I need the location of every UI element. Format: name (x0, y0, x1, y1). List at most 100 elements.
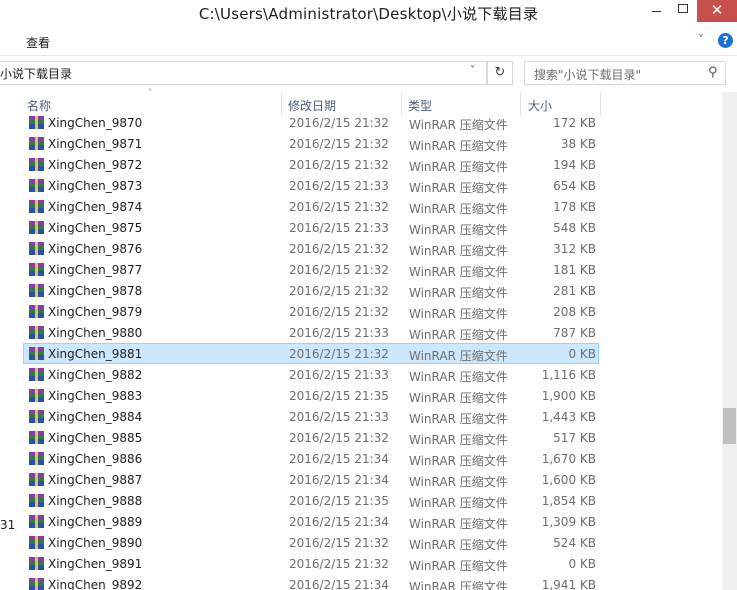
help-icon[interactable]: ? (718, 33, 733, 48)
file-type: WinRAR 压缩文件 (409, 349, 508, 363)
search-input[interactable]: 搜索"小说下载目录" ⚲ (524, 61, 726, 85)
vertical-scrollbar[interactable] (722, 92, 737, 590)
file-size: 1,941 KB (541, 578, 596, 590)
winrar-archive-icon (29, 368, 44, 381)
title-bar[interactable]: C:\Users\Administrator\Desktop\小说下载目录 ✕ (0, 0, 737, 27)
winrar-archive-icon (29, 200, 44, 213)
file-row[interactable]: XingChen_9870 2016/2/15 21:32 WinRAR 压缩文件 1… (23, 116, 599, 133)
file-name: XingChen_9873 (48, 179, 143, 193)
file-date: 2016/2/15 21:32 (289, 116, 389, 130)
winrar-archive-icon (29, 536, 44, 549)
file-name: XingChen_9871 (48, 137, 143, 151)
sort-ascending-icon: ˄ (148, 88, 152, 97)
column-divider[interactable] (401, 92, 402, 116)
file-date: 2016/2/15 21:34 (289, 473, 389, 487)
menu-view-tab[interactable]: 查看 (26, 34, 50, 51)
winrar-archive-icon (29, 452, 44, 465)
navigation-pane-item[interactable]: 31 (0, 518, 15, 532)
file-type: WinRAR 压缩文件 (409, 265, 508, 279)
file-row[interactable]: XingChen_9886 2016/2/15 21:34 WinRAR 压缩文件 1… (23, 448, 599, 469)
file-row[interactable]: XingChen_9888 2016/2/15 21:35 WinRAR 压缩文件 1… (23, 490, 599, 511)
file-size: 208 KB (553, 305, 596, 319)
column-divider[interactable] (600, 92, 601, 116)
file-size: 178 KB (553, 200, 596, 214)
address-path[interactable]: 小说下载目录 (0, 65, 72, 82)
file-date: 2016/2/15 21:32 (289, 263, 389, 277)
file-type: WinRAR 压缩文件 (409, 139, 508, 153)
scrollbar-thumb[interactable] (723, 408, 736, 444)
address-bar[interactable]: 小说下载目录 ˅ (0, 61, 487, 85)
file-row[interactable]: XingChen_9876 2016/2/15 21:32 WinRAR 压缩文件 3… (23, 238, 599, 259)
file-row[interactable]: XingChen_9891 2016/2/15 21:32 WinRAR 压缩文件 0… (23, 553, 599, 574)
file-size: 787 KB (553, 326, 596, 340)
winrar-archive-icon (29, 410, 44, 423)
file-row[interactable]: XingChen_9874 2016/2/15 21:32 WinRAR 压缩文件 1… (23, 196, 599, 217)
column-header-name[interactable]: 名称 (27, 97, 51, 114)
file-size: 548 KB (553, 221, 596, 235)
file-row[interactable]: XingChen_9878 2016/2/15 21:32 WinRAR 压缩文件 2… (23, 280, 599, 301)
file-name: XingChen_9891 (48, 557, 143, 571)
file-row[interactable]: XingChen_9881 2016/2/15 21:32 WinRAR 压缩文件 0… (23, 343, 599, 364)
file-name: XingChen_9885 (48, 431, 143, 445)
file-size: 172 KB (553, 116, 596, 130)
column-divider[interactable] (520, 92, 521, 116)
file-row[interactable]: XingChen_9880 2016/2/15 21:33 WinRAR 压缩文件 7… (23, 322, 599, 343)
chevron-down-icon[interactable]: ˅ (698, 33, 704, 47)
column-header-type[interactable]: 类型 (408, 97, 432, 114)
file-date: 2016/2/15 21:32 (289, 200, 389, 214)
search-icon[interactable]: ⚲ (708, 65, 718, 80)
column-divider[interactable] (281, 92, 282, 116)
refresh-button[interactable]: ↻ (487, 61, 513, 85)
file-row[interactable]: XingChen_9883 2016/2/15 21:35 WinRAR 压缩文件 1… (23, 385, 599, 406)
winrar-archive-icon (29, 557, 44, 570)
file-size: 312 KB (553, 242, 596, 256)
file-size: 517 KB (553, 431, 596, 445)
file-list[interactable]: XingChen_9870 2016/2/15 21:32 WinRAR 压缩文件 1… (22, 116, 722, 590)
file-row[interactable]: XingChen_9887 2016/2/15 21:34 WinRAR 压缩文件 1… (23, 469, 599, 490)
file-date: 2016/2/15 21:32 (289, 137, 389, 151)
file-type: WinRAR 压缩文件 (409, 517, 508, 531)
winrar-archive-icon (29, 242, 44, 255)
file-type: WinRAR 压缩文件 (409, 580, 508, 590)
file-row[interactable]: XingChen_9882 2016/2/15 21:33 WinRAR 压缩文件 1… (23, 364, 599, 385)
minimize-button[interactable] (641, 0, 671, 22)
winrar-archive-icon (29, 473, 44, 486)
column-header-date[interactable]: 修改日期 (288, 97, 336, 114)
file-type: WinRAR 压缩文件 (409, 118, 508, 132)
navigation-pane[interactable] (0, 90, 22, 590)
file-name: XingChen_9887 (48, 473, 143, 487)
file-row[interactable]: XingChen_9873 2016/2/15 21:33 WinRAR 压缩文件 6… (23, 175, 599, 196)
file-row[interactable]: XingChen_9877 2016/2/15 21:32 WinRAR 压缩文件 1… (23, 259, 599, 280)
winrar-archive-icon (29, 515, 44, 528)
chevron-down-icon[interactable]: ˅ (470, 65, 475, 76)
file-size: 1,309 KB (541, 515, 596, 529)
file-row[interactable]: XingChen_9871 2016/2/15 21:32 WinRAR 压缩文件 3… (23, 133, 599, 154)
file-type: WinRAR 压缩文件 (409, 538, 508, 552)
file-date: 2016/2/15 21:33 (289, 410, 389, 424)
file-size: 38 KB (560, 137, 596, 151)
close-button[interactable]: ✕ (697, 0, 737, 22)
file-row[interactable]: XingChen_9890 2016/2/15 21:32 WinRAR 压缩文件 5… (23, 532, 599, 553)
file-row[interactable]: XingChen_9872 2016/2/15 21:32 WinRAR 压缩文件 1… (23, 154, 599, 175)
file-row[interactable]: XingChen_9875 2016/2/15 21:33 WinRAR 压缩文件 5… (23, 217, 599, 238)
file-date: 2016/2/15 21:33 (289, 179, 389, 193)
file-date: 2016/2/15 21:32 (289, 536, 389, 550)
file-row[interactable]: XingChen_9892 2016/2/15 21:34 WinRAR 压缩文件 1… (23, 574, 599, 590)
file-type: WinRAR 压缩文件 (409, 286, 508, 300)
file-type: WinRAR 压缩文件 (409, 454, 508, 468)
file-row[interactable]: XingChen_9885 2016/2/15 21:32 WinRAR 压缩文件 5… (23, 427, 599, 448)
file-size: 1,900 KB (541, 389, 596, 403)
winrar-archive-icon (29, 389, 44, 402)
maximize-button[interactable] (668, 0, 698, 22)
column-header-size[interactable]: 大小 (528, 97, 552, 114)
file-type: WinRAR 压缩文件 (409, 559, 508, 573)
file-type: WinRAR 压缩文件 (409, 391, 508, 405)
file-row[interactable]: XingChen_9889 2016/2/15 21:34 WinRAR 压缩文件 1… (23, 511, 599, 532)
file-type: WinRAR 压缩文件 (409, 328, 508, 342)
file-row[interactable]: XingChen_9879 2016/2/15 21:32 WinRAR 压缩文件 2… (23, 301, 599, 322)
file-name: XingChen_9889 (48, 515, 143, 529)
file-row[interactable]: XingChen_9884 2016/2/15 21:33 WinRAR 压缩文件 1… (23, 406, 599, 427)
winrar-archive-icon (29, 116, 44, 129)
file-date: 2016/2/15 21:32 (289, 431, 389, 445)
file-type: WinRAR 压缩文件 (409, 202, 508, 216)
